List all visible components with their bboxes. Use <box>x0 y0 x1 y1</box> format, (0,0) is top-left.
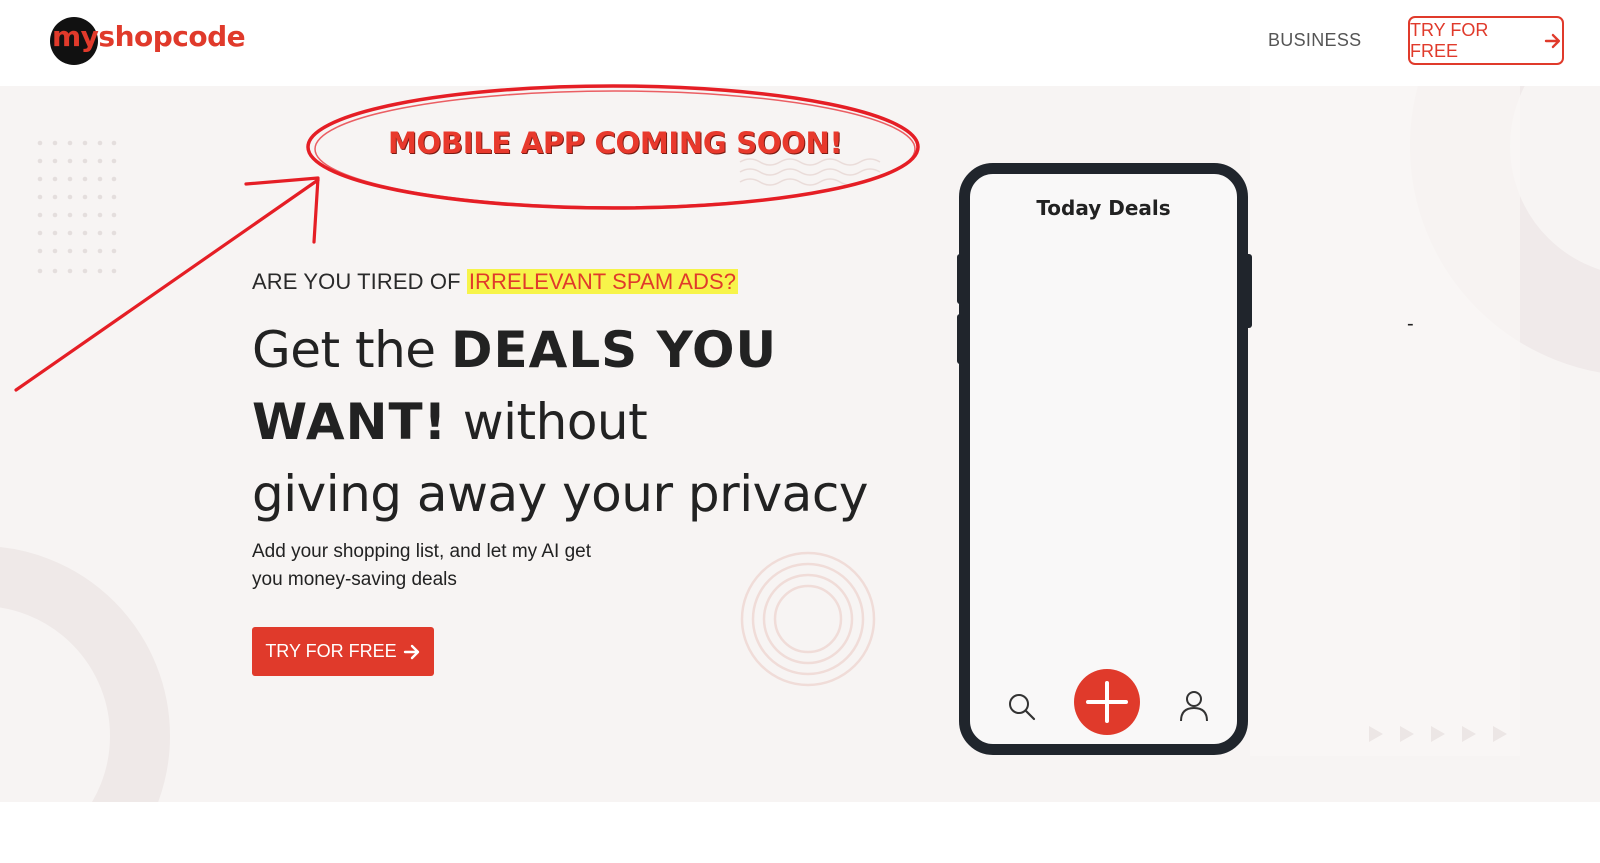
nav-business-link[interactable]: BUSINESS <box>1268 30 1361 51</box>
header-try-free-label: TRY FOR FREE <box>1410 19 1489 61</box>
headline-part1: Get the <box>252 321 451 379</box>
hero-subtitle: Add your shopping list, and let my AI ge… <box>252 538 632 594</box>
header-try-free-button[interactable]: TRY FOR FREE <box>1408 16 1564 65</box>
arrow-right-icon <box>1544 33 1561 48</box>
hero-subtitle-line2: you money-saving deals <box>252 569 457 590</box>
concentric-circles <box>740 551 876 687</box>
plus-icon <box>1086 681 1128 723</box>
hero-headline: Get the DEALS YOU WANT! without giving a… <box>252 314 892 530</box>
search-icon[interactable] <box>1007 692 1037 722</box>
add-item-button[interactable] <box>1074 669 1140 735</box>
phone-title: Today Deals <box>1036 196 1171 220</box>
site-header: myshopcode BUSINESS TRY FOR FREE <box>0 0 1600 86</box>
hero-eyebrow: ARE YOU TIRED OF IRRELEVANT SPAM ADS? <box>252 269 739 295</box>
hero-try-free-button[interactable]: TRY FOR FREE <box>252 627 434 676</box>
dots-pattern <box>37 140 117 274</box>
hero-eyebrow-prefix: ARE YOU TIRED OF <box>252 269 461 294</box>
hero-subtitle-line1: Add your shopping list, and let my AI ge… <box>252 541 592 562</box>
logo-text: myshopcode <box>52 20 246 53</box>
arrow-right-icon <box>403 644 419 659</box>
headline-part2: without <box>447 393 648 451</box>
annotation-coming-soon-text: MOBILE APP COMING SOON! <box>388 126 843 160</box>
headline-bold1: DEALS YOU <box>450 321 778 379</box>
hero-section: ARE YOU TIRED OF IRRELEVANT SPAM ADS? Ge… <box>0 86 1600 802</box>
stray-dash-text: - <box>1407 313 1414 335</box>
site-logo[interactable]: myshopcode <box>50 17 250 65</box>
wavy-lines <box>739 158 881 186</box>
headline-line3: giving away your privacy <box>252 465 868 523</box>
hero-eyebrow-highlight: IRRELEVANT SPAM ADS? <box>466 269 739 294</box>
phone-mockup: Today Deals <box>959 163 1248 755</box>
headline-bold2: WANT! <box>252 393 448 451</box>
hero-try-free-label: TRY FOR FREE <box>265 641 397 661</box>
user-icon[interactable] <box>1179 690 1209 722</box>
